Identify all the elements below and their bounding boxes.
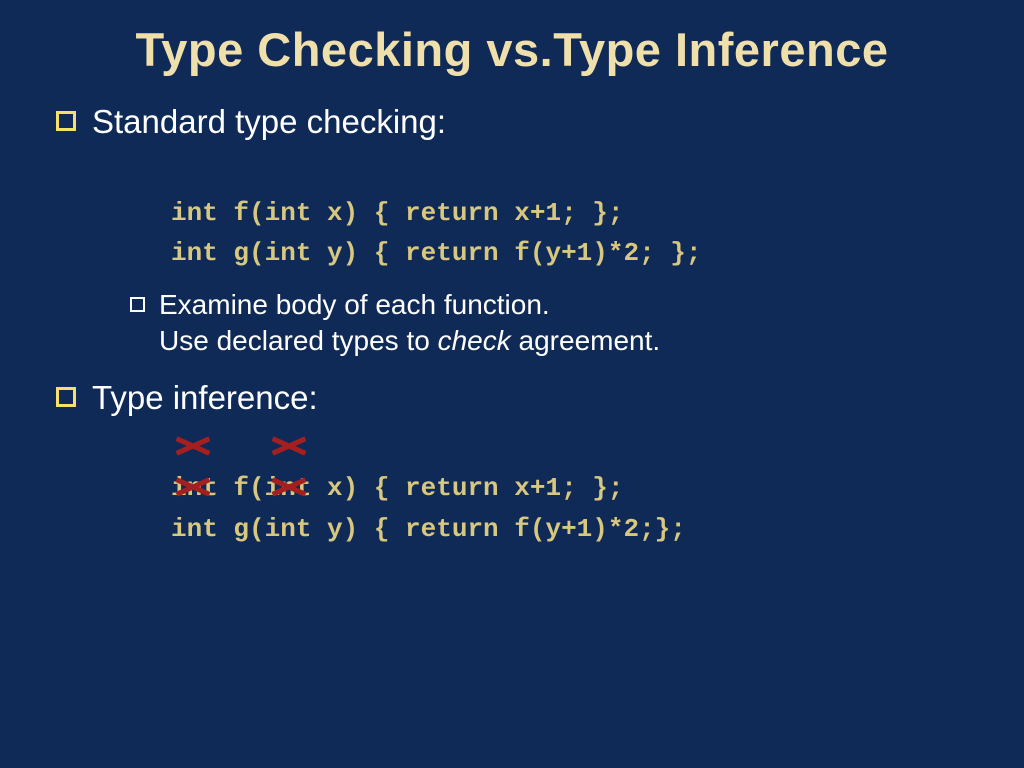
sub-bullet: Examine code without type information. I… <box>130 764 974 768</box>
code-line: int g(int y) { return f(y+1)*2; }; <box>171 238 702 268</box>
heading-type-inference: Type inference: <box>92 377 318 418</box>
cross-out-icon <box>271 431 307 461</box>
code-block-type-inference: int f(int x) { return x+1; }; int g(int … <box>171 428 974 750</box>
code-block-type-checking: int f(int x) { return x+1; }; int g(int … <box>171 152 974 273</box>
sub-text: Examine body of each function. Use decla… <box>159 287 660 359</box>
text-fragment: Use declared types to <box>159 325 438 356</box>
code-line: int g(int y) { return f(y+1)*2;}; <box>171 514 686 544</box>
cross-out-icon <box>175 431 211 461</box>
text-emph: check <box>438 325 511 356</box>
bullet-type-inference: Type inference: int f(int x) { return x+… <box>56 377 974 768</box>
sub-bullet: Examine body of each function. Use decla… <box>130 287 974 359</box>
bullet-square-icon <box>56 387 76 407</box>
text-fragment: agreement. <box>511 325 660 356</box>
bullet-type-checking: Standard type checking: int f(int x) { r… <box>56 101 974 359</box>
sub-text: Examine code without type information. I… <box>159 764 974 768</box>
code-line: int f(int x) { return x+1; }; <box>171 473 623 503</box>
bullet-square-icon <box>56 111 76 131</box>
slide-title: Type Checking vs.Type Inference <box>50 22 974 77</box>
code-line: int f(int x) { return x+1; }; <box>171 198 623 228</box>
slide: Type Checking vs.Type Inference Standard… <box>0 0 1024 768</box>
text-fragment: Examine body of each function. <box>159 289 550 320</box>
heading-type-checking: Standard type checking: <box>92 101 446 142</box>
bullet-square-icon <box>130 297 145 312</box>
